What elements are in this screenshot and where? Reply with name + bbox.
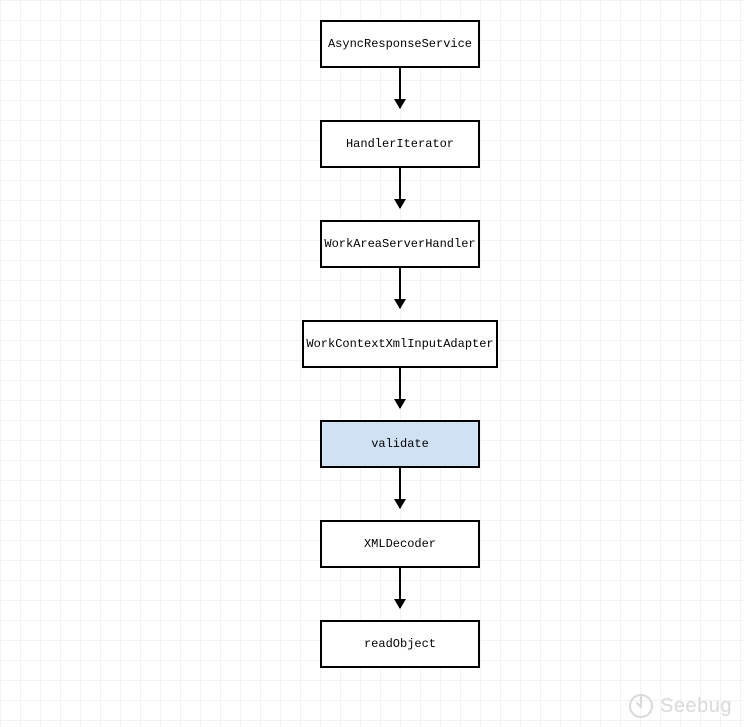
edge-n5-n6 — [399, 468, 401, 508]
edge-n2-n3 — [399, 168, 401, 208]
edge-n1-n2 — [399, 68, 401, 108]
node-work-context-xml-input-adapter: WorkContextXmlInputAdapter — [302, 320, 498, 368]
node-label: WorkContextXmlInputAdapter — [306, 337, 493, 351]
node-label: validate — [371, 437, 429, 451]
node-validate: validate — [320, 420, 480, 468]
watermark: Seebug — [628, 693, 732, 719]
node-handler-iterator: HandlerIterator — [320, 120, 480, 168]
flowchart-canvas: AsyncResponseService HandlerIterator Wor… — [0, 0, 744, 727]
edge-n3-n4 — [399, 268, 401, 308]
edge-n6-n7 — [399, 568, 401, 608]
node-read-object: readObject — [320, 620, 480, 668]
node-label: readObject — [364, 637, 436, 651]
edge-n4-n5 — [399, 368, 401, 408]
node-async-response-service: AsyncResponseService — [320, 20, 480, 68]
seebug-icon — [628, 693, 654, 719]
node-label: XMLDecoder — [364, 537, 436, 551]
watermark-text: Seebug — [660, 695, 732, 718]
node-label: AsyncResponseService — [328, 37, 472, 51]
node-xml-decoder: XMLDecoder — [320, 520, 480, 568]
node-label: HandlerIterator — [346, 137, 454, 151]
node-work-area-server-handler: WorkAreaServerHandler — [320, 220, 480, 268]
node-label: WorkAreaServerHandler — [324, 237, 475, 251]
